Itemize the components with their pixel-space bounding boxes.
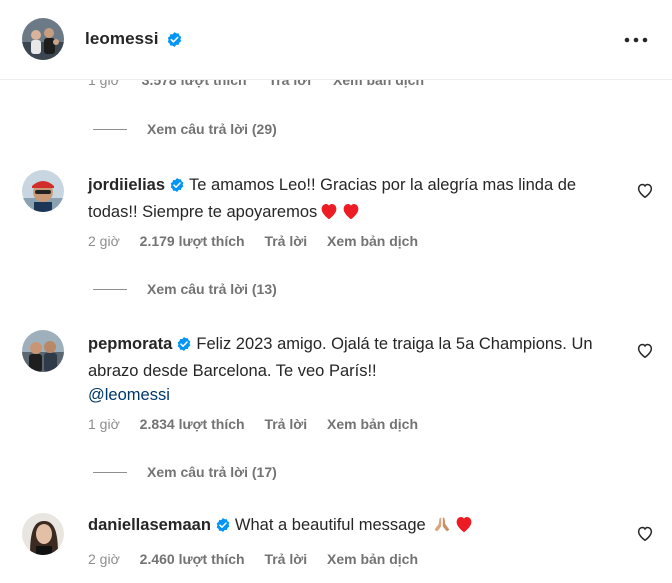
comment-meta: 2 giờ 2.460 lượt thích Trả lời Xem bản d… [88, 551, 434, 567]
reply-button[interactable]: Trả lời [264, 551, 307, 567]
translate-button[interactable]: Xem bản dịch [327, 233, 418, 249]
view-replies-label: Xem câu trả lời (29) [147, 121, 277, 137]
more-options-icon[interactable] [620, 28, 652, 52]
view-replies-button[interactable]: Xem câu trả lời (29) [93, 119, 277, 139]
comment-username[interactable]: daniellasemaan [88, 516, 211, 534]
comment-username[interactable]: pepmorata [88, 335, 172, 353]
view-replies-label: Xem câu trả lời (17) [147, 464, 277, 480]
divider [93, 128, 127, 130]
red-heart-emoji [319, 202, 339, 227]
comment-body: daniellasemaan What a beautiful message [88, 513, 618, 540]
comments-panel: 1 giờ 3.578 lượt thích Trả lời Xem bản d… [0, 0, 672, 583]
avatar[interactable] [22, 513, 64, 555]
like-heart-icon[interactable] [636, 182, 656, 202]
verified-badge-icon [215, 516, 231, 540]
verified-badge-icon [176, 335, 192, 359]
like-heart-icon[interactable] [636, 525, 656, 545]
avatar[interactable] [22, 330, 64, 372]
comment-body: pepmorata Feliz 2023 amigo. Ojalá te trai… [88, 332, 618, 407]
like-heart-icon[interactable] [636, 342, 656, 362]
comment-likes[interactable]: 2.834 lượt thích [140, 416, 245, 432]
praying-hands-emoji [432, 515, 452, 540]
translate-button[interactable]: Xem bản dịch [327, 551, 418, 567]
divider [93, 471, 127, 473]
comment-time: 1 giờ [88, 416, 120, 432]
comment-text: What a beautiful message [234, 516, 426, 534]
divider [93, 288, 127, 290]
post-header: leomessi [0, 0, 672, 80]
comment-meta: 1 giờ 2.834 lượt thích Trả lời Xem bản d… [88, 416, 434, 432]
post-author-username[interactable]: leomessi [85, 29, 159, 49]
avatar[interactable] [22, 170, 64, 212]
view-replies-button[interactable]: Xem câu trả lời (17) [93, 462, 277, 482]
reply-button[interactable]: Trả lời [264, 233, 307, 249]
reply-button[interactable]: Trả lời [264, 416, 307, 432]
verified-badge-icon [166, 31, 183, 53]
view-replies-label: Xem câu trả lời (13) [147, 281, 277, 297]
comment-meta: 2 giờ 2.179 lượt thích Trả lời Xem bản d… [88, 233, 434, 249]
red-heart-emoji [454, 515, 474, 540]
comment-username[interactable]: jordiielias [88, 176, 165, 194]
mention-link[interactable]: @leomessi [88, 386, 170, 404]
red-heart-emoji [341, 202, 361, 227]
comment-likes[interactable]: 2.460 lượt thích [140, 551, 245, 567]
comment-time: 2 giờ [88, 233, 120, 249]
comment-likes[interactable]: 2.179 lượt thích [140, 233, 245, 249]
avatar[interactable] [22, 18, 64, 60]
view-replies-button[interactable]: Xem câu trả lời (13) [93, 279, 277, 299]
verified-badge-icon [169, 176, 185, 200]
translate-button[interactable]: Xem bản dịch [327, 416, 418, 432]
comment-time: 2 giờ [88, 551, 120, 567]
comment-body: jordiielias Te amamos Leo!! Gracias por l… [88, 173, 618, 227]
